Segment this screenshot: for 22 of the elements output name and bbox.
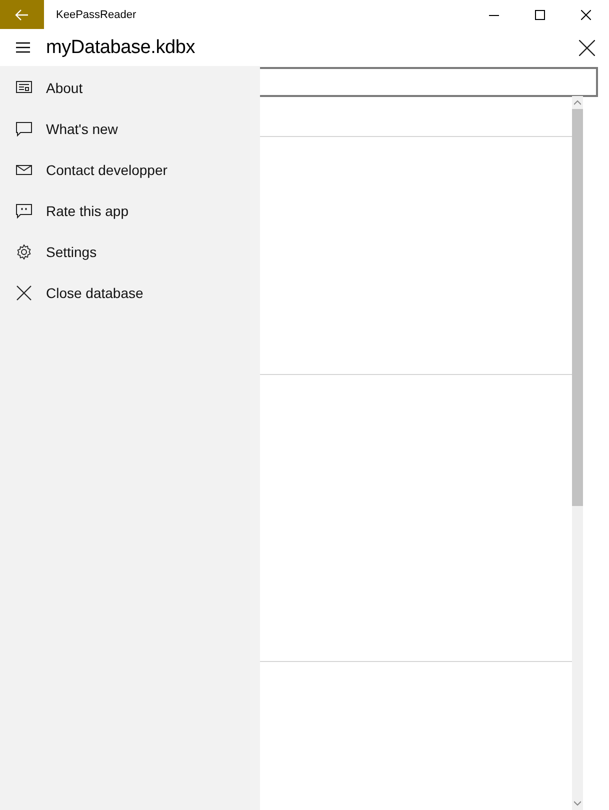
settings-icon xyxy=(16,244,32,260)
close-icon xyxy=(579,40,595,56)
menu-item[interactable]: What's new xyxy=(0,108,260,149)
menu-item[interactable]: Settings xyxy=(0,231,260,272)
info-card-icon xyxy=(16,80,32,96)
menu-item[interactable]: Contact developper xyxy=(0,149,260,190)
maximize-icon xyxy=(535,10,545,20)
close-icon xyxy=(581,10,591,20)
close-icon xyxy=(16,284,32,300)
window-title: KeePassReader xyxy=(56,8,138,20)
menu-item[interactable]: Close database xyxy=(0,272,260,313)
search-field[interactable] xyxy=(260,67,598,97)
database-title: myDatabase.kdbx xyxy=(46,36,196,58)
back-arrow-icon xyxy=(15,8,29,20)
scroll-up-icon[interactable] xyxy=(574,100,581,105)
scroll-down-icon[interactable] xyxy=(574,801,581,806)
speech-bubble-icon xyxy=(16,120,32,136)
menu-icon xyxy=(16,42,30,53)
chat-bubble-icon xyxy=(16,202,32,218)
menu-item[interactable]: Rate this app xyxy=(0,190,260,231)
scroll-thumb[interactable] xyxy=(572,109,583,506)
menu-item[interactable]: About xyxy=(0,67,260,108)
